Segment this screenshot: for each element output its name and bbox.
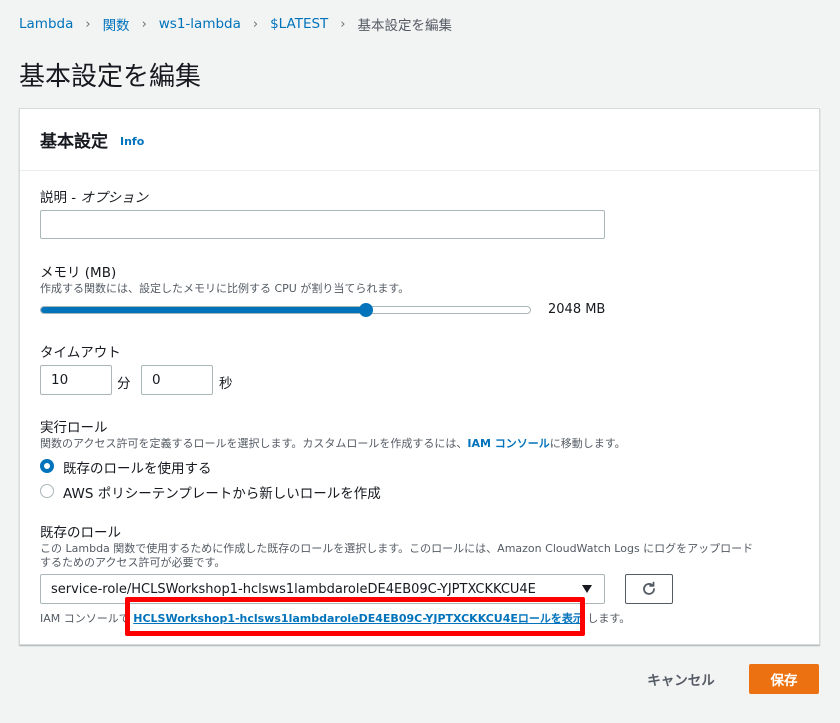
chevron-right-icon: › bbox=[252, 16, 259, 32]
save-button[interactable]: 保存 bbox=[749, 664, 819, 694]
page-title: 基本設定を編集 bbox=[19, 62, 202, 92]
view-role-link[interactable]: HCLSWorkshop1-hclsws1lambdaroleDE4EB09C-… bbox=[133, 612, 584, 625]
timeout-label: タイムアウト bbox=[40, 345, 121, 361]
chevron-right-icon: › bbox=[340, 16, 346, 32]
breadcrumb-function[interactable]: ws1-lambda bbox=[159, 16, 241, 32]
existing-role-hint-line2: するためのアクセス許可が必要です。 bbox=[40, 556, 226, 569]
basic-settings-panel: 基本設定 Info 説明 - オプション メモリ (MB) 作成する関数には、設… bbox=[19, 108, 820, 645]
radio-use-existing-role-label[interactable]: 既存のロールを使用する bbox=[63, 457, 212, 477]
breadcrumb-version[interactable]: $LATEST bbox=[270, 16, 328, 32]
panel-title: 基本設定 bbox=[40, 132, 108, 152]
description-optional-text: オプション bbox=[80, 190, 148, 206]
execution-role-hint: 関数のアクセス許可を定義するロールを選択します。カスタムロールを作成するには、I… bbox=[40, 435, 626, 451]
cancel-button[interactable]: キャンセル bbox=[628, 664, 734, 694]
timeout-seconds-unit: 秒 bbox=[219, 376, 233, 392]
radio-create-from-template[interactable] bbox=[40, 484, 54, 498]
execution-role-hint-suffix: に移動します。 bbox=[549, 437, 626, 450]
existing-role-selected-value: service-role/HCLSWorkshop1-hclsws1lambda… bbox=[51, 581, 536, 597]
execution-role-hint-text: 関数のアクセス許可を定義するロールを選択します。カスタムロールを作成するには、 bbox=[40, 437, 468, 450]
view-role-footer-prefix: IAM コンソールで bbox=[40, 612, 134, 625]
info-link[interactable]: Info bbox=[120, 135, 144, 148]
memory-value: 2048 MB bbox=[548, 302, 606, 317]
description-label-text: 説明 - bbox=[40, 190, 81, 206]
breadcrumb-functions[interactable]: 関数 bbox=[103, 14, 130, 34]
description-input[interactable] bbox=[40, 210, 605, 239]
iam-console-link[interactable]: IAM コンソール bbox=[467, 437, 549, 450]
memory-slider-thumb[interactable] bbox=[359, 303, 374, 317]
existing-role-select[interactable]: service-role/HCLSWorkshop1-hclsws1lambda… bbox=[40, 574, 605, 604]
timeout-minutes-input[interactable]: 10 bbox=[40, 365, 112, 395]
radio-use-existing-role[interactable] bbox=[40, 459, 54, 473]
caret-down-icon bbox=[582, 585, 592, 593]
memory-slider-track[interactable] bbox=[40, 306, 531, 314]
radio-create-from-template-label[interactable]: AWS ポリシーテンプレートから新しいロールを作成 bbox=[63, 482, 381, 502]
timeout-seconds-input[interactable]: 0 bbox=[141, 365, 213, 395]
chevron-right-icon: › bbox=[141, 16, 147, 32]
memory-slider-fill bbox=[41, 307, 366, 313]
view-role-footer-suffix: します。 bbox=[583, 612, 631, 625]
breadcrumb-lambda[interactable]: Lambda bbox=[19, 16, 73, 32]
view-role-footer: IAM コンソールで HCLSWorkshop1-hclsws1lambdaro… bbox=[40, 610, 630, 626]
existing-role-label: 既存のロール bbox=[40, 525, 121, 541]
description-label: 説明 - オプション bbox=[40, 186, 148, 206]
memory-hint: 作成する関数には、設定したメモリに比例する CPU が割り当てられます。 bbox=[40, 282, 410, 295]
execution-role-label: 実行ロール bbox=[40, 420, 108, 436]
refresh-roles-button[interactable] bbox=[625, 574, 673, 604]
breadcrumb: Lambda › 関数 › ws1-lambda › $LATEST › 基本設… bbox=[19, 14, 452, 34]
chevron-right-icon: › bbox=[85, 16, 91, 32]
breadcrumb-current: 基本設定を編集 bbox=[357, 18, 453, 34]
timeout-minutes-unit: 分 bbox=[117, 376, 131, 392]
refresh-icon bbox=[643, 581, 655, 595]
memory-label: メモリ (MB) bbox=[40, 265, 117, 281]
panel-header: 基本設定 Info bbox=[20, 109, 819, 171]
